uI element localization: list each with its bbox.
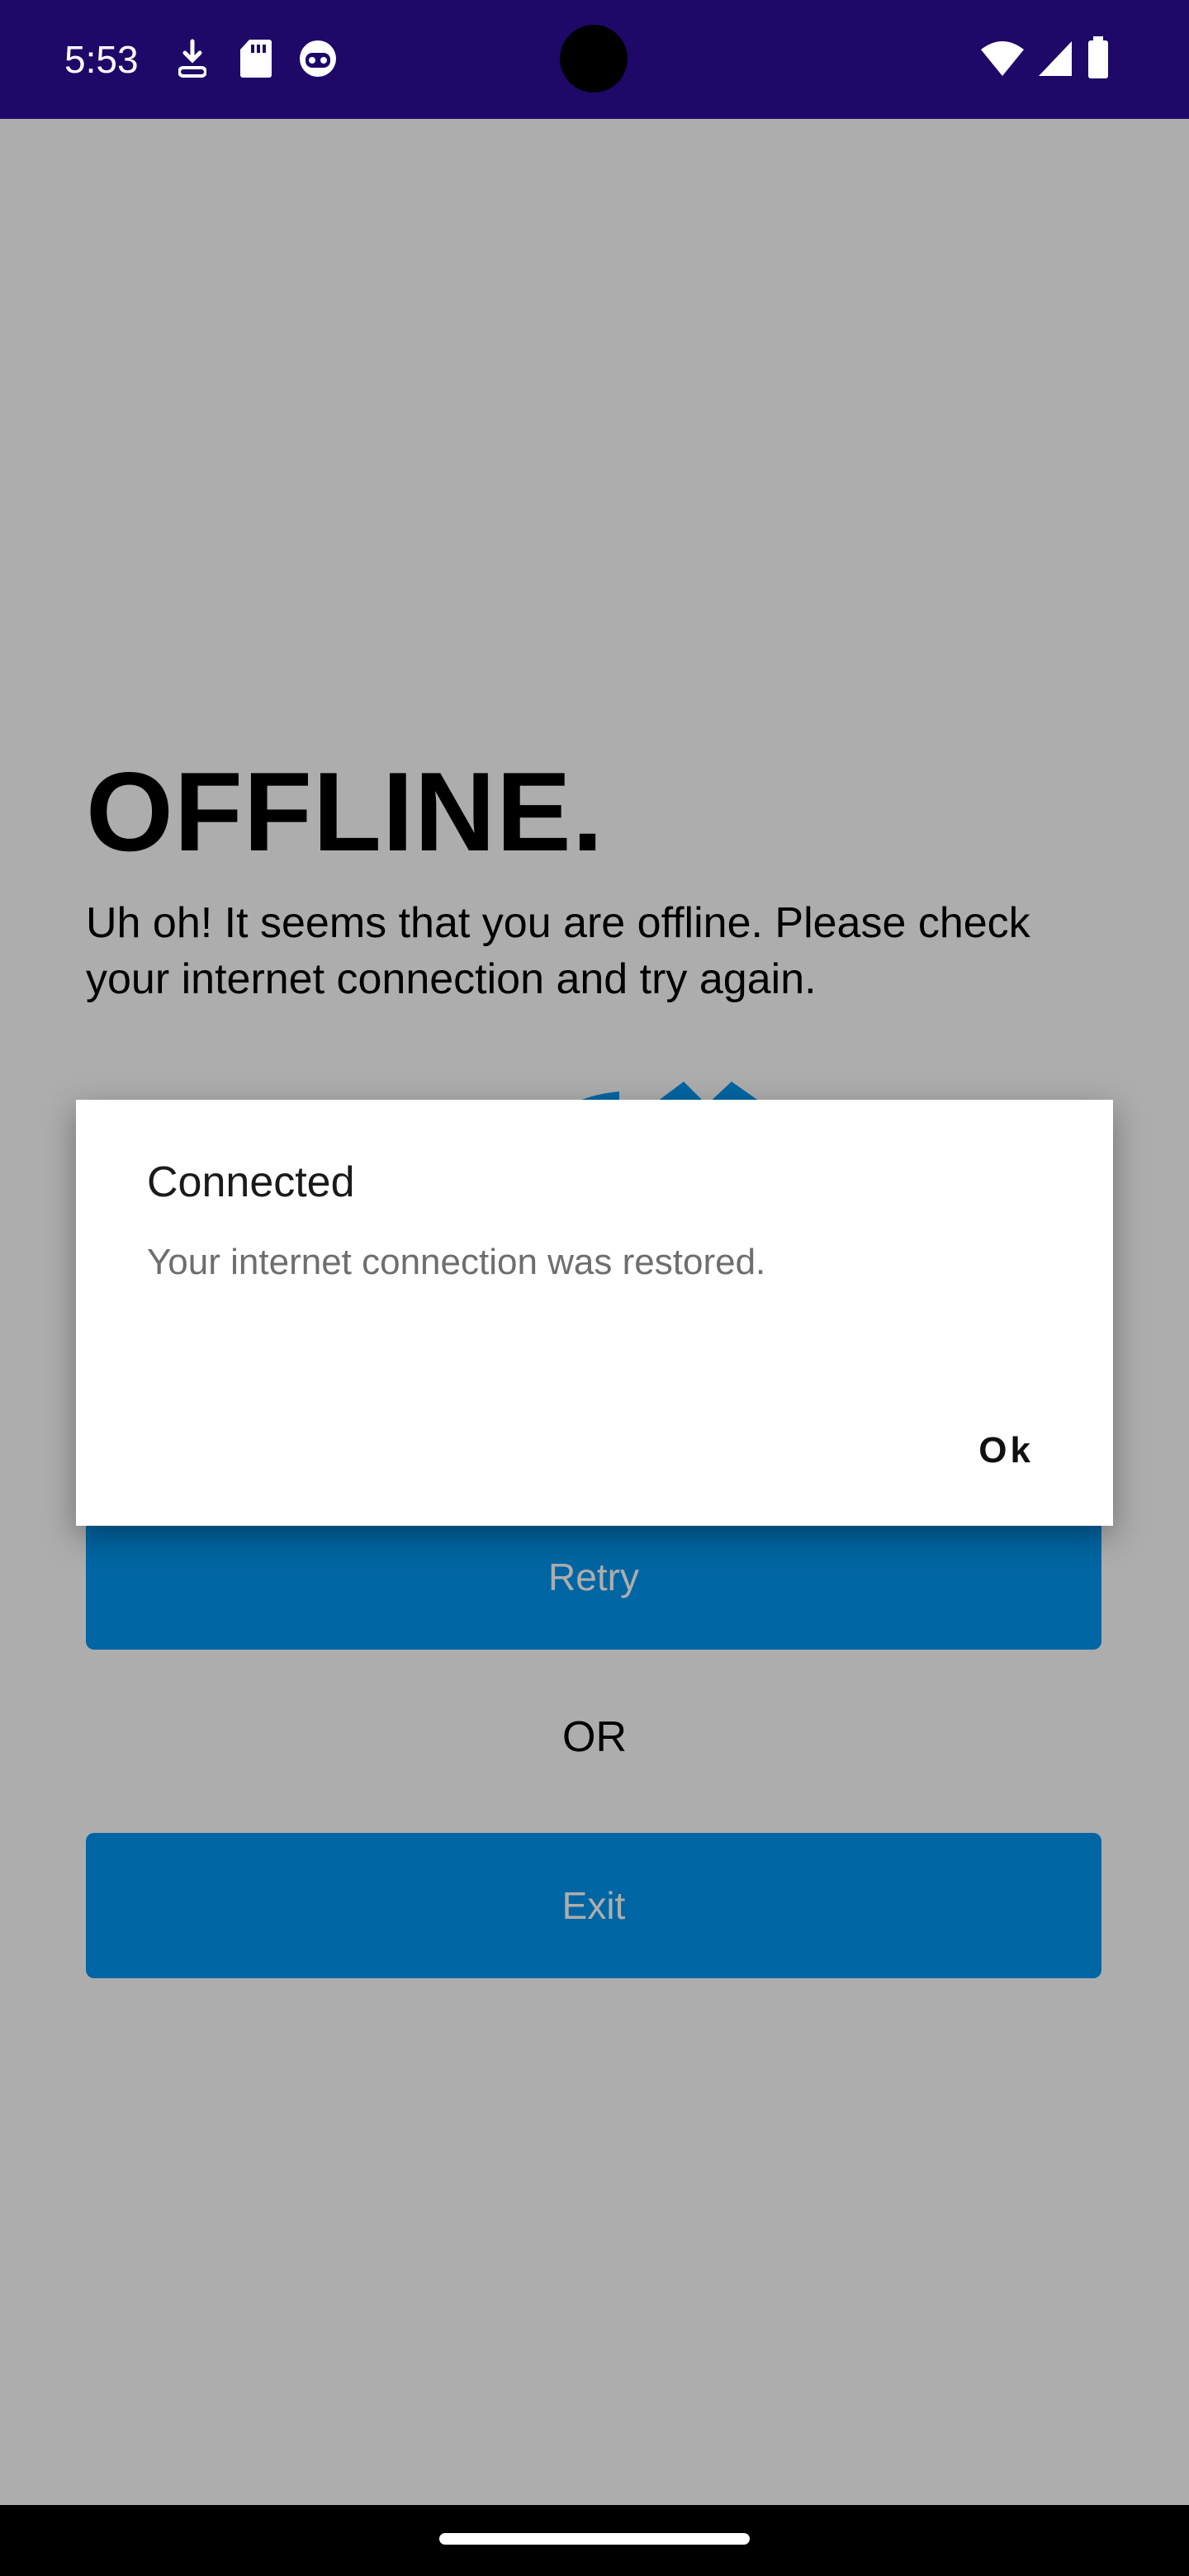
connected-dialog: Connected Your internet connection was r… <box>76 1100 1113 1526</box>
dialog-title: Connected <box>147 1158 355 1206</box>
front-camera <box>560 25 628 92</box>
navigation-bar <box>0 2505 1189 2576</box>
ok-button[interactable]: Ok <box>969 1423 1044 1478</box>
dialog-message: Your internet connection was restored. <box>147 1242 766 1282</box>
status-bar: 5:53 <box>0 0 1189 119</box>
sd-card-icon <box>239 38 272 83</box>
status-time: 5:53 <box>64 38 139 81</box>
wifi-icon <box>979 40 1026 82</box>
battery-icon <box>1087 36 1110 83</box>
signal-icon <box>1037 40 1073 82</box>
download-icon <box>178 38 207 83</box>
robot-face-icon <box>297 38 339 83</box>
home-gesture-handle[interactable] <box>439 2533 750 2545</box>
